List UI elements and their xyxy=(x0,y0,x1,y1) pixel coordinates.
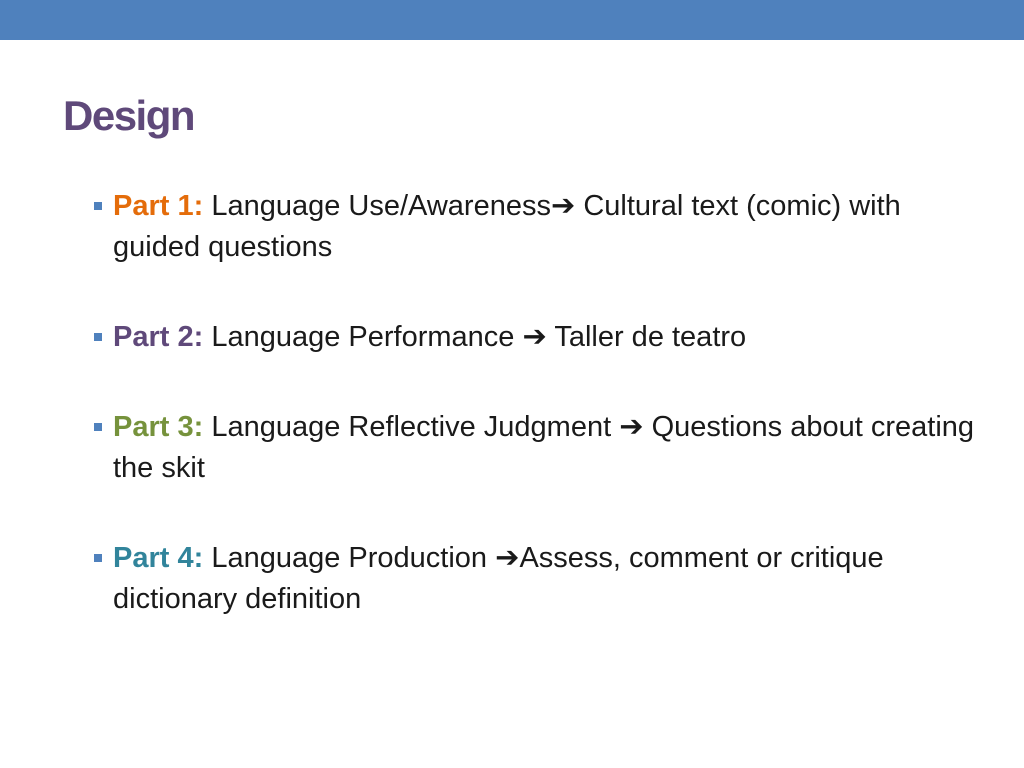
bullet-text: Language Production xyxy=(211,542,496,574)
bullet-text: Language Reflective Judgment xyxy=(211,411,620,443)
square-bullet-icon xyxy=(94,202,102,210)
part-label: Part 4: xyxy=(113,542,204,574)
square-bullet-icon xyxy=(94,423,102,431)
bullet-text: Language Use/Awareness xyxy=(211,190,551,222)
square-bullet-icon xyxy=(94,333,102,341)
part-label: Part 1: xyxy=(113,190,204,222)
right-arrow-icon: ➔ xyxy=(522,321,547,353)
slide-title: Design xyxy=(63,92,196,139)
square-bullet-icon xyxy=(94,554,102,562)
bullet-item-part-3: Part 3: Language Reflective Judgment ➔ Q… xyxy=(94,407,994,489)
top-accent-bar xyxy=(0,0,1024,40)
part-label: Part 2: xyxy=(113,321,204,353)
bullet-list: Part 1: Language Use/Awareness➔ Cultural… xyxy=(94,186,994,620)
right-arrow-icon: ➔ xyxy=(619,411,644,443)
bullet-item-part-2: Part 2: Language Performance ➔ Taller de… xyxy=(94,317,994,358)
right-arrow-icon: ➔ xyxy=(550,190,576,222)
bullet-item-part-4: Part 4: Language Production ➔Assess, com… xyxy=(94,538,994,620)
bullet-item-part-1: Part 1: Language Use/Awareness➔ Cultural… xyxy=(94,186,994,268)
right-arrow-icon: ➔ xyxy=(495,542,520,574)
bullet-text: Taller de teatro xyxy=(546,321,747,353)
bullet-text: Language Performance xyxy=(211,321,523,353)
part-label: Part 3: xyxy=(113,411,204,443)
